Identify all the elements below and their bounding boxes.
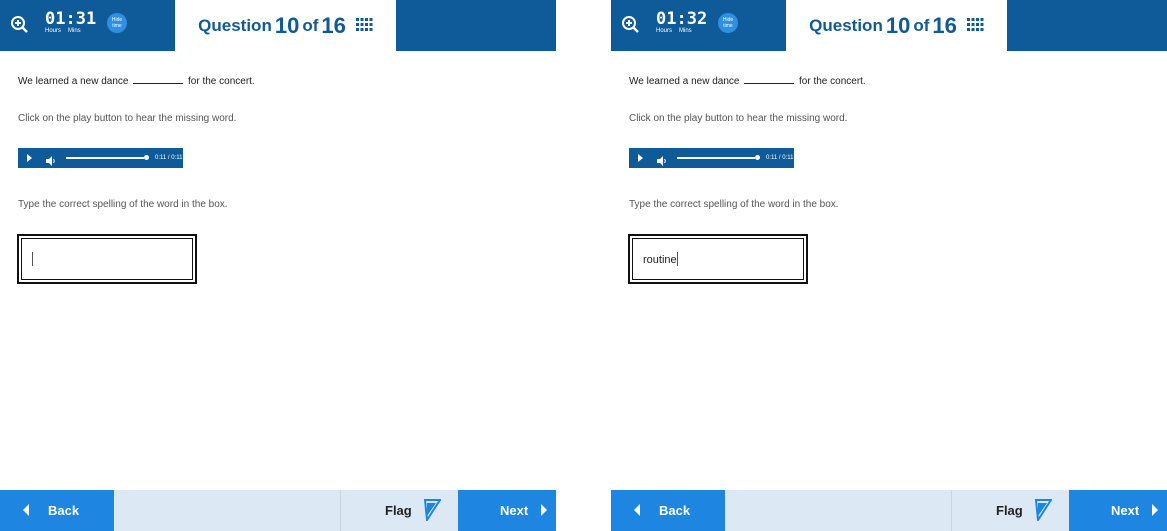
- audio-progress-handle[interactable]: [144, 155, 149, 160]
- flag-button[interactable]: Flag: [951, 490, 1070, 531]
- audio-player: 0:11 / 0:11: [629, 148, 794, 168]
- audio-progress-handle[interactable]: [755, 155, 760, 160]
- audio-time: 0:11 / 0:11: [155, 155, 183, 161]
- audio-player: 0:11 / 0:11: [18, 148, 183, 168]
- sentence-end: for the concert.: [188, 76, 255, 87]
- type-instruction: Type the correct spelling of the word in…: [629, 199, 839, 210]
- play-icon[interactable]: [27, 154, 32, 162]
- volume-icon[interactable]: [657, 153, 667, 171]
- question-of: of: [913, 15, 930, 35]
- grid-icon[interactable]: [966, 16, 984, 36]
- question-prefix: Question: [198, 15, 272, 35]
- next-button[interactable]: Next: [1069, 490, 1167, 531]
- answer-value: routine: [643, 254, 677, 266]
- text-cursor: [32, 252, 33, 266]
- zoom-in-icon[interactable]: [6, 11, 34, 39]
- flag-icon: [423, 499, 442, 526]
- flag-label: Flag: [385, 503, 412, 518]
- header-bar: 01:32 Hours Mins Hide time Question 10 of…: [611, 0, 1167, 51]
- play-instruction: Click on the play button to hear the mis…: [629, 113, 848, 124]
- grid-icon[interactable]: [355, 16, 373, 36]
- question-sentence: We learned a new dance for the concert.: [629, 76, 866, 87]
- question-counter: Question 10 of 16: [786, 0, 1007, 51]
- back-label: Back: [48, 503, 80, 518]
- sentence-start: We learned a new dance: [629, 76, 740, 87]
- footer-bar: Back Flag Next: [611, 490, 1167, 531]
- text-cursor: [676, 252, 678, 266]
- sentence-start: We learned a new dance: [18, 76, 129, 87]
- test-panel-right: 01:32 Hours Mins Hide time Question 10 of…: [611, 0, 1167, 531]
- audio-progress-track[interactable]: [677, 157, 755, 159]
- hours-label: Hours: [45, 28, 62, 34]
- play-icon[interactable]: [638, 154, 643, 162]
- header-bar: 01:31 Hours Mins Hide time Question 10 of…: [0, 0, 556, 51]
- audio-progress-track[interactable]: [66, 157, 144, 159]
- question-counter: Question 10 of 16: [175, 0, 396, 51]
- question-number: 10: [274, 12, 300, 38]
- back-button[interactable]: Back: [0, 490, 114, 531]
- sentence-blank: [744, 83, 795, 84]
- test-panel-left: 01:31 Hours Mins Hide time Question 10 of…: [0, 0, 556, 531]
- question-number: 10: [885, 12, 911, 38]
- hide-time-button[interactable]: Hide time: [107, 13, 127, 33]
- timer-value: 01:32: [656, 9, 708, 29]
- play-instruction: Click on the play button to hear the mis…: [18, 113, 237, 124]
- question-total: 16: [932, 12, 957, 38]
- zoom-in-icon[interactable]: [617, 11, 645, 39]
- sentence-end: for the concert.: [799, 76, 866, 87]
- next-button[interactable]: Next: [458, 490, 556, 531]
- chevron-right-icon: [541, 504, 547, 516]
- timer-value: 01:31: [45, 9, 97, 29]
- question-sentence: We learned a new dance for the concert.: [18, 76, 255, 87]
- hide-time-button[interactable]: Hide time: [718, 13, 738, 33]
- footer-bar: Back Flag Next: [0, 490, 556, 531]
- flag-button[interactable]: Flag: [340, 490, 459, 531]
- audio-time: 0:11 / 0:11: [766, 155, 794, 161]
- hours-label: Hours: [656, 28, 673, 34]
- next-label: Next: [1111, 503, 1140, 518]
- mins-label: Mins: [679, 28, 692, 34]
- chevron-left-icon: [23, 504, 29, 516]
- type-instruction: Type the correct spelling of the word in…: [18, 199, 228, 210]
- volume-icon[interactable]: [46, 153, 56, 171]
- mins-label: Mins: [68, 28, 81, 34]
- timer: 01:31 Hours Mins: [45, 10, 96, 35]
- timer: 01:32 Hours Mins: [656, 10, 707, 35]
- back-button[interactable]: Back: [611, 490, 725, 531]
- chevron-left-icon: [634, 504, 640, 516]
- question-of: of: [302, 15, 319, 35]
- answer-input[interactable]: routine: [628, 234, 808, 284]
- flag-label: Flag: [996, 503, 1023, 518]
- chevron-right-icon: [1152, 504, 1158, 516]
- answer-input[interactable]: [17, 234, 197, 284]
- question-total: 16: [321, 12, 346, 38]
- question-prefix: Question: [809, 15, 883, 35]
- back-label: Back: [659, 503, 691, 518]
- sentence-blank: [133, 83, 184, 84]
- next-label: Next: [500, 503, 529, 518]
- flag-icon: [1034, 499, 1053, 526]
